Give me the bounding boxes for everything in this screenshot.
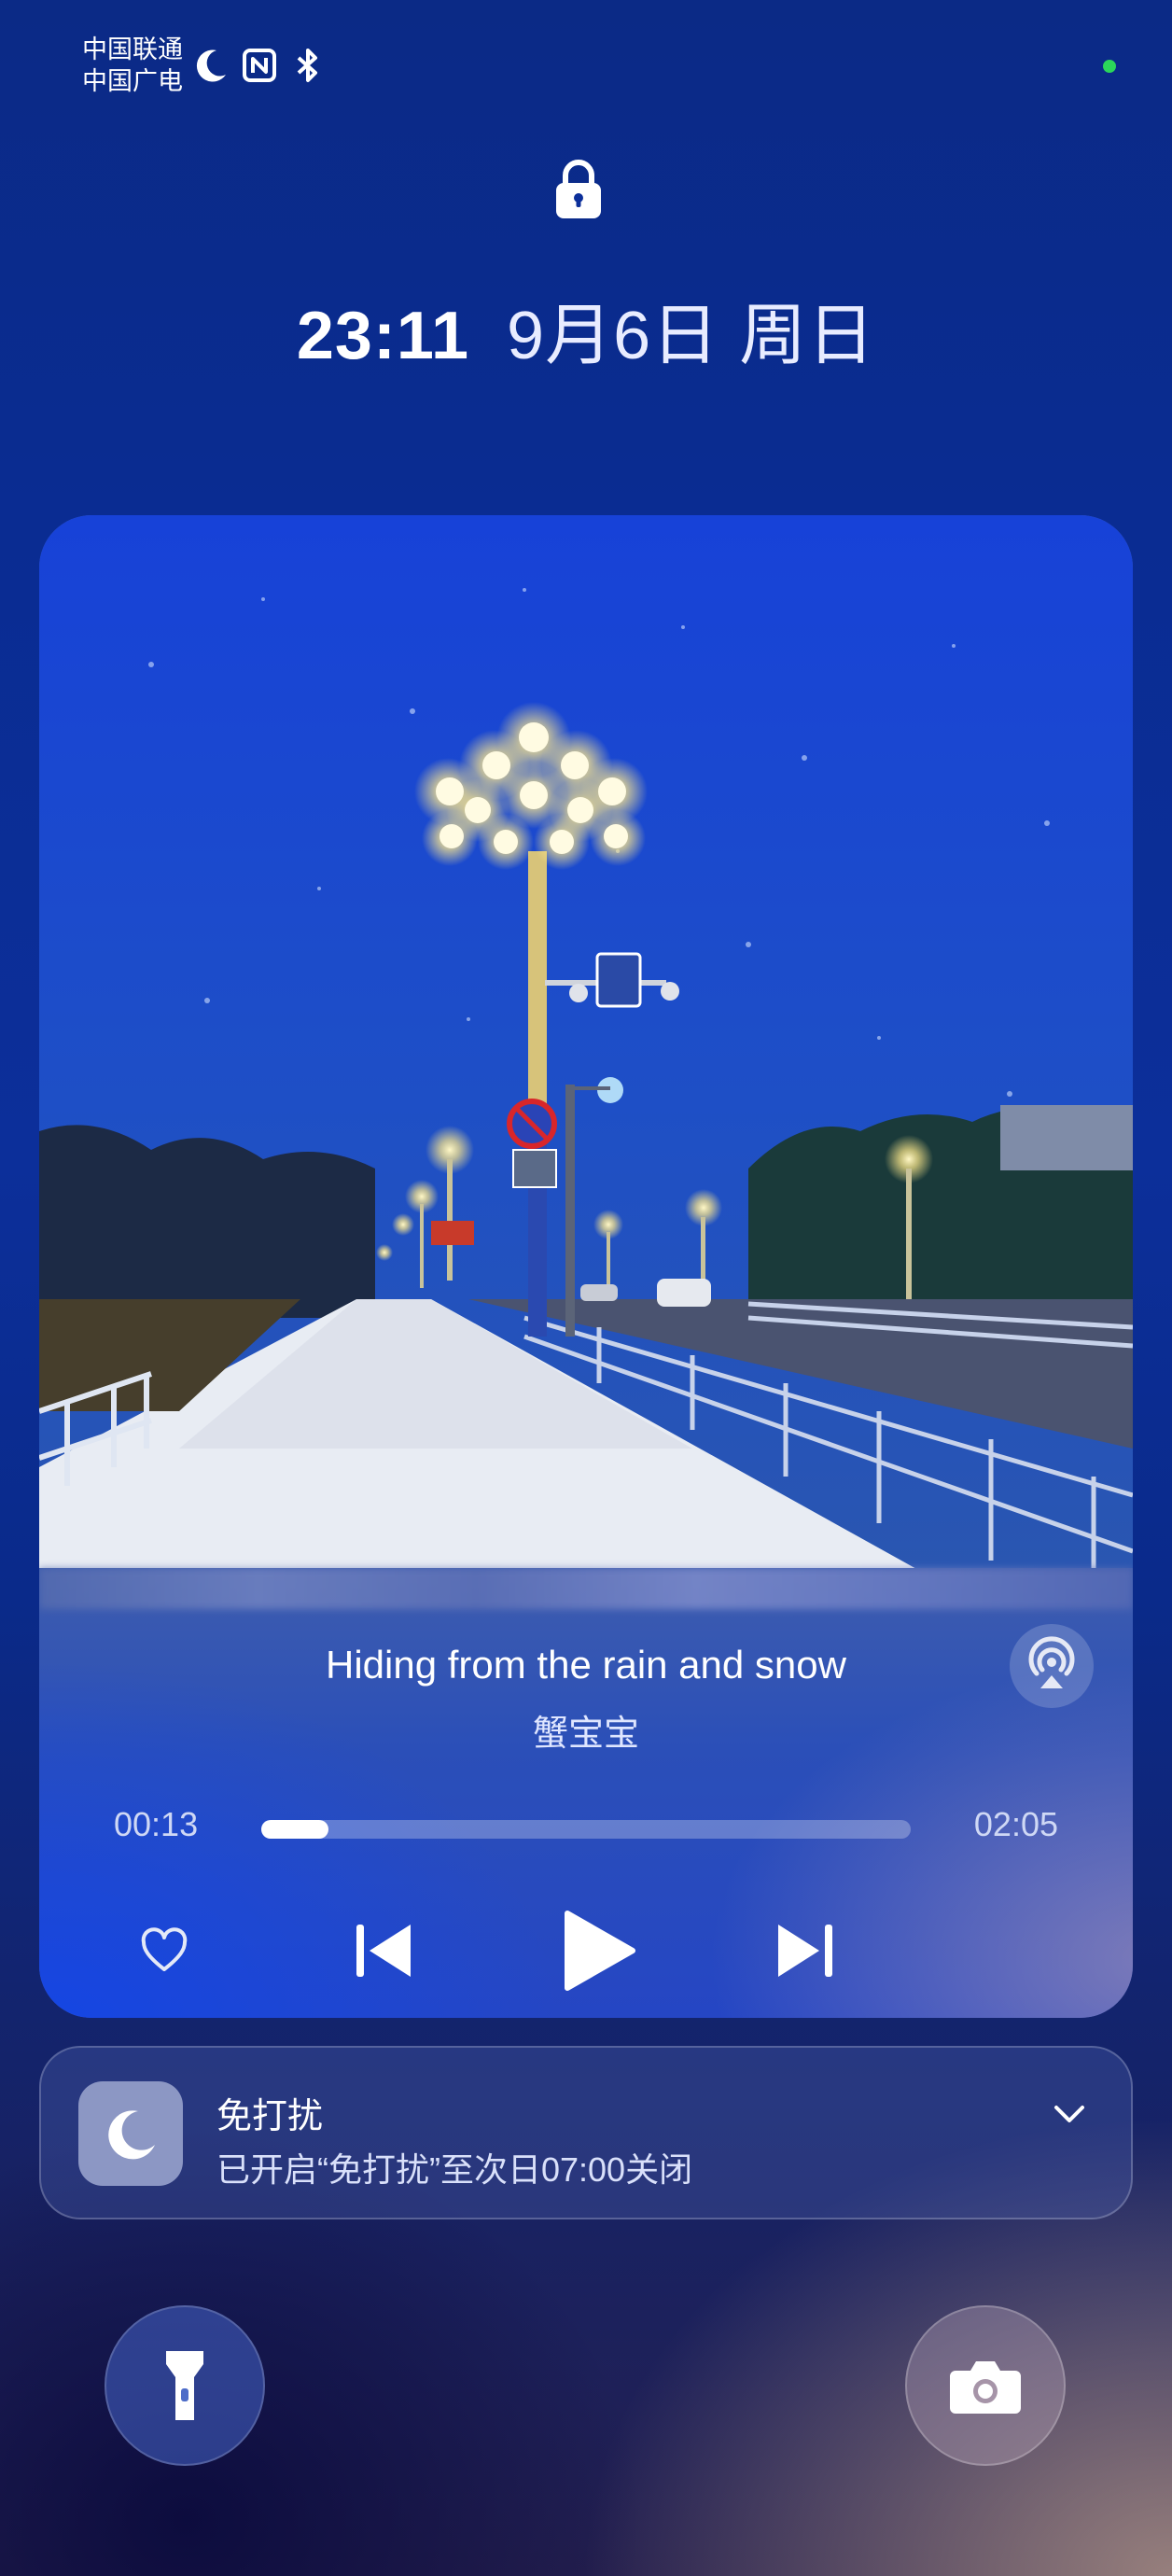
notification-app-icon	[78, 2081, 183, 2186]
elapsed-time: 00:13	[114, 1805, 199, 1843]
next-icon	[778, 1925, 832, 1977]
music-player-panel: Hiding from the rain and snow 蟹宝宝 00:13 …	[39, 1568, 1133, 2018]
do-not-disturb-notification[interactable]: 免打扰 已开启“免打扰”至次日07:00关闭	[39, 2046, 1133, 2219]
flashlight-icon	[166, 2351, 203, 2420]
moon-icon	[108, 2110, 155, 2160]
bluetooth-icon	[297, 49, 317, 82]
next-button[interactable]	[761, 1906, 851, 1995]
status-bar: 中国联通 中国广电	[82, 34, 328, 97]
clock: 23:11 9月6日 周日	[0, 280, 1172, 378]
song-title: Hiding from the rain and snow	[326, 1643, 846, 1687]
cast-icon	[1028, 1636, 1075, 1688]
notification-text: 已开启“免打扰”至次日07:00关闭	[216, 2150, 693, 2189]
like-button[interactable]	[129, 1915, 200, 1986]
date: 9月6日 周日	[507, 299, 876, 373]
blur-strip	[39, 1568, 1133, 1609]
previous-icon	[356, 1925, 411, 1977]
privacy-indicator-dot	[1103, 60, 1116, 73]
heart-icon	[141, 1927, 188, 1971]
lock-icon	[556, 160, 601, 218]
time: 23:11	[296, 299, 470, 373]
previous-button[interactable]	[338, 1906, 427, 1995]
album-art	[39, 515, 1133, 1579]
notification-title: 免打扰	[216, 2097, 324, 2136]
carrier-2: 中国广电	[82, 67, 183, 95]
music-card[interactable]: Hiding from the rain and snow 蟹宝宝 00:13 …	[39, 515, 1133, 2018]
progress-bar[interactable]	[261, 1820, 911, 1839]
flashlight-button[interactable]	[105, 2305, 265, 2466]
carrier-1: 中国联通	[82, 35, 183, 63]
play-icon	[565, 1911, 635, 1991]
song-artist: 蟹宝宝	[532, 1715, 639, 1754]
moon-icon	[196, 49, 226, 82]
play-button[interactable]	[543, 1895, 655, 2007]
chevron-down-icon[interactable]	[1047, 2093, 1092, 2137]
total-time: 02:05	[973, 1805, 1058, 1843]
camera-button[interactable]	[905, 2305, 1066, 2466]
camera-icon	[950, 2361, 1021, 2414]
cast-button[interactable]	[1010, 1624, 1094, 1708]
carrier-labels: 中国联通 中国广电	[82, 34, 183, 97]
nfc-icon	[243, 49, 276, 82]
progress-fill	[261, 1820, 329, 1839]
